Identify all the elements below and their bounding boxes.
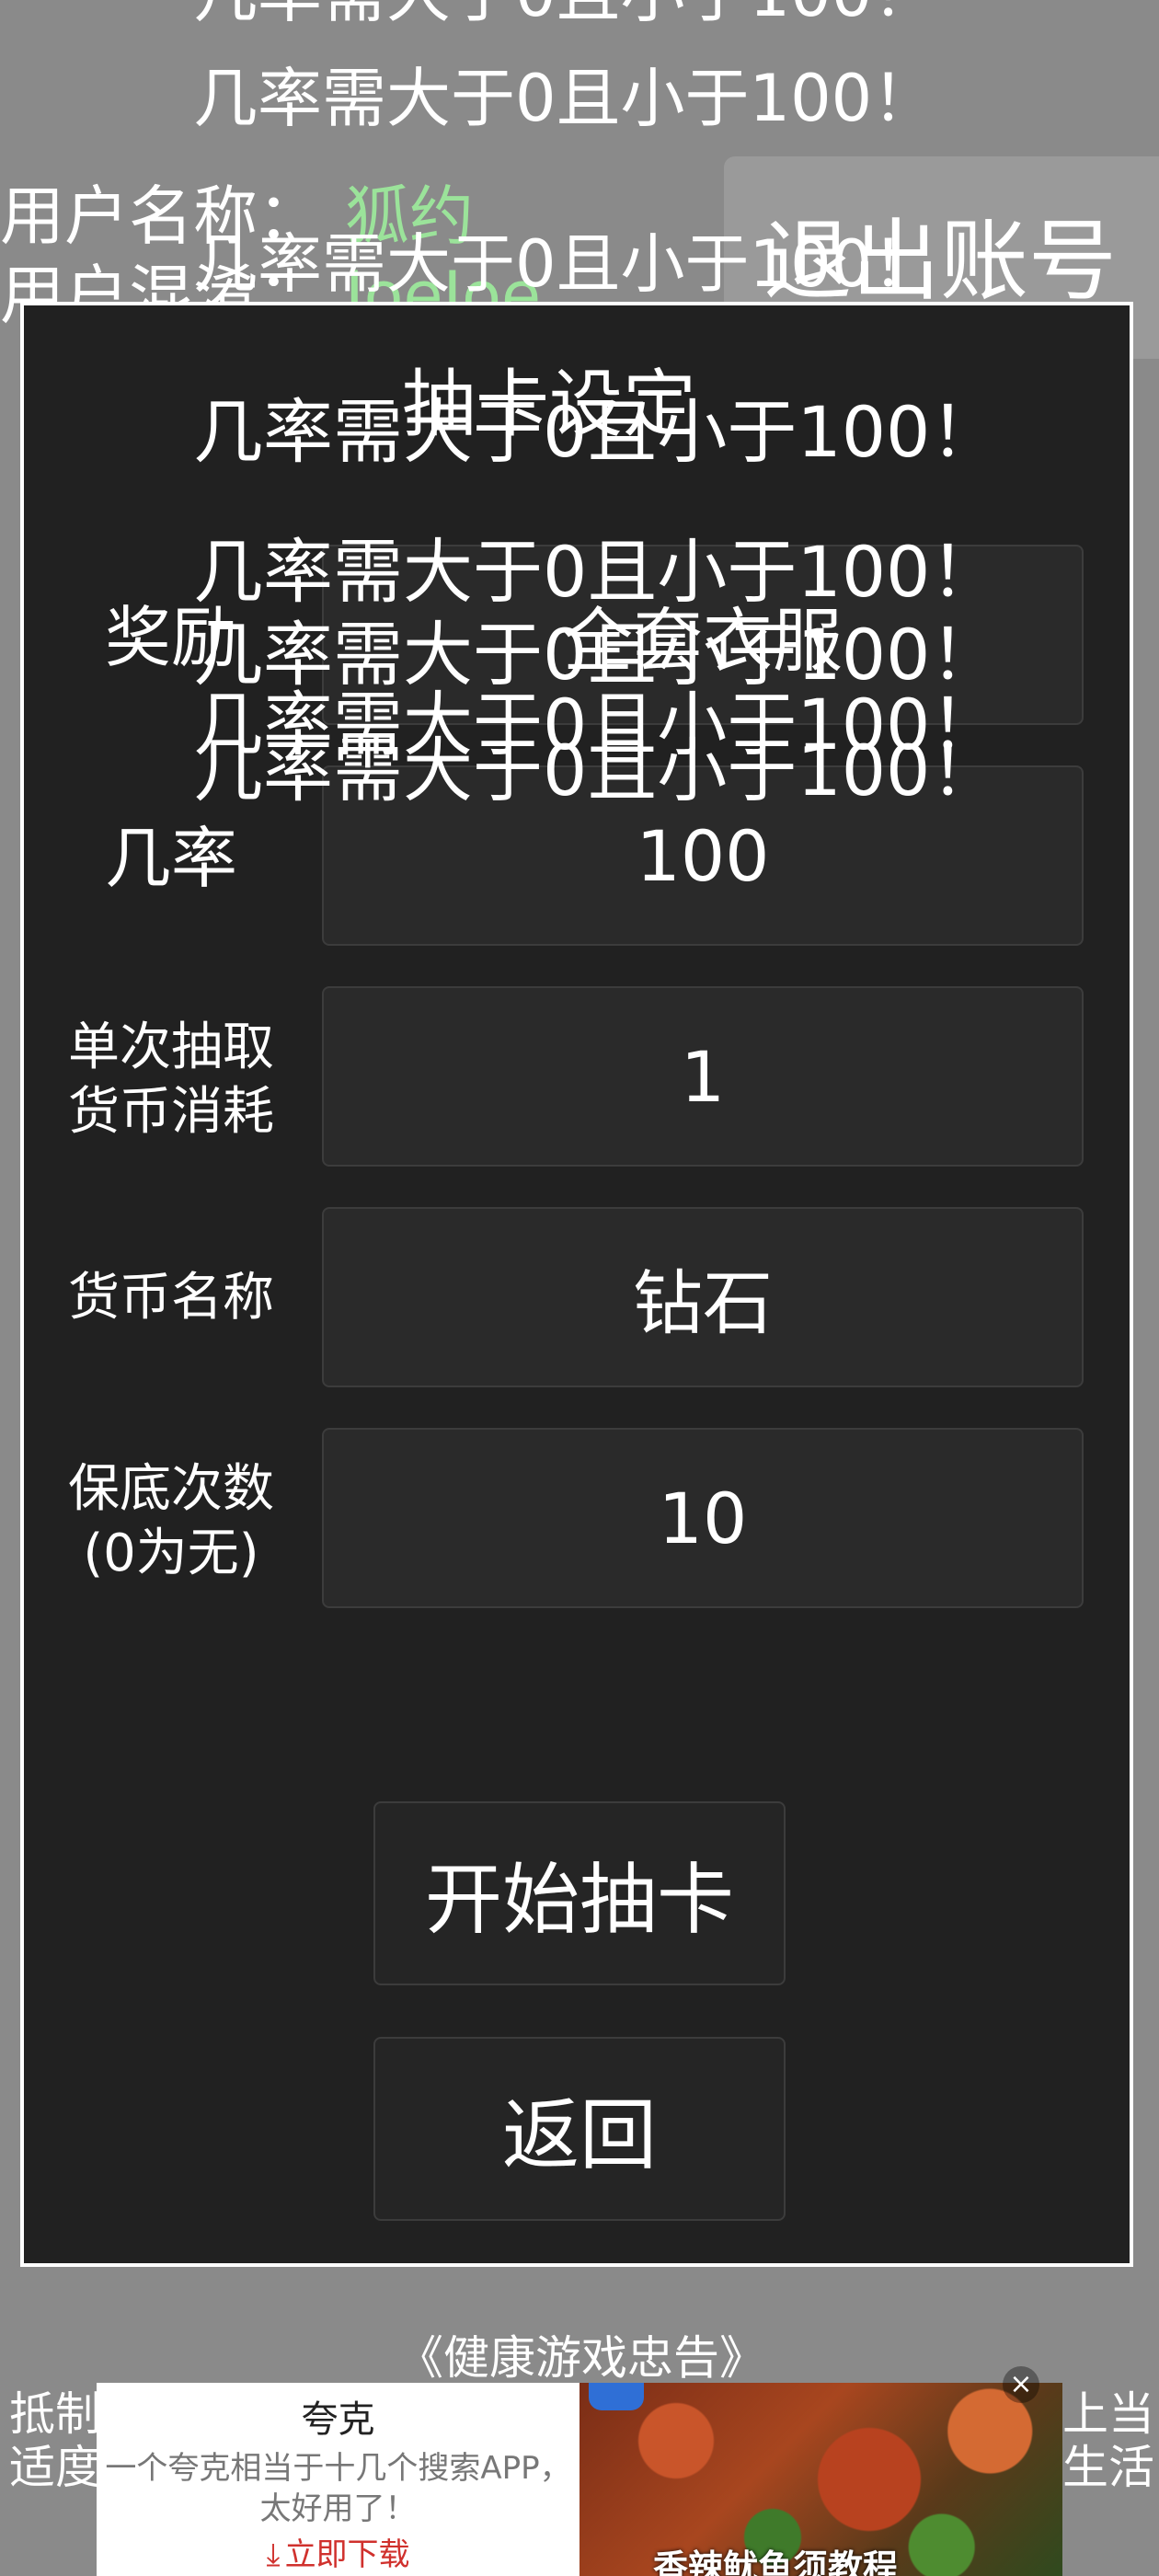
pity-count-input[interactable]: 10 — [322, 1428, 1084, 1608]
ad-text-panel[interactable]: 夸克 一个夸克相当于十几个搜索APP， 太好用了！ ⤓ 立即下载 — [97, 2383, 580, 2576]
ad-badge-icon — [589, 2383, 644, 2410]
health-notice-right-2: 生活 — [1062, 2441, 1154, 2494]
back-button[interactable]: 返回 — [373, 2037, 786, 2221]
toast-message: 几率需大于0且小于100！ — [193, 730, 1001, 811]
ad-image-caption: 香辣鱿鱼须教程 — [653, 2547, 899, 2576]
start-draw-button[interactable]: 开始抽卡 — [373, 1801, 786, 1985]
health-notice-left-2: 适度 — [9, 2441, 101, 2494]
currency-name-input[interactable]: 钻石 — [322, 1207, 1084, 1387]
toast-message: 几率需大于0且小于100！ — [193, 226, 937, 302]
ad-brand: 夸克 — [301, 2398, 375, 2441]
probability-value: 100 — [636, 814, 770, 897]
toast-message-top-cut: 几率需大于0且小于100！ — [193, 0, 936, 26]
field-label-currency-name: 货币名称 — [68, 1268, 274, 1328]
field-label-cost-per-draw: 单次抽取 货币消耗 — [68, 1018, 274, 1142]
ad-cta-link[interactable]: ⤓ 立即下载 — [97, 2539, 580, 2570]
health-notice-right-1: 上当 — [1062, 2387, 1154, 2441]
cost-per-draw-input[interactable]: 1 — [322, 986, 1084, 1167]
toast-message: 几率需大于0且小于100！ — [193, 391, 1001, 473]
field-label-pity-count: 保底次数 (0为无) — [68, 1459, 274, 1583]
toast-message: 几率需大于0且小于100！ — [193, 614, 1001, 696]
close-icon[interactable]: × — [1003, 2366, 1039, 2403]
pity-count-value: 10 — [658, 1477, 748, 1559]
cost-per-draw-value: 1 — [680, 1035, 726, 1118]
health-notice-left-1: 抵制 — [9, 2387, 101, 2441]
ad-description-line2: 太好用了！ — [259, 2490, 417, 2527]
health-notice-title: 《健康游戏忠告》 — [397, 2331, 765, 2385]
toast-message: 几率需大于0且小于100！ — [193, 61, 937, 136]
ad-banner[interactable]: 夸克 一个夸克相当于十几个搜索APP， 太好用了！ ⤓ 立即下载 香辣鱿鱼须教程 — [97, 2383, 1062, 2576]
toast-message: 几率需大于0且小于100！ — [193, 531, 1001, 613]
ad-cta-label: 立即下载 — [284, 2536, 410, 2573]
currency-name-value: 钻石 — [633, 1262, 773, 1344]
ad-description-line1: 一个夸克相当于十几个搜索APP， — [105, 2450, 571, 2487]
ad-food-image[interactable]: 香辣鱿鱼须教程 — [580, 2383, 1062, 2576]
field-label-probability: 几率 — [104, 820, 237, 897]
download-icon: ⤓ — [266, 2536, 281, 2573]
